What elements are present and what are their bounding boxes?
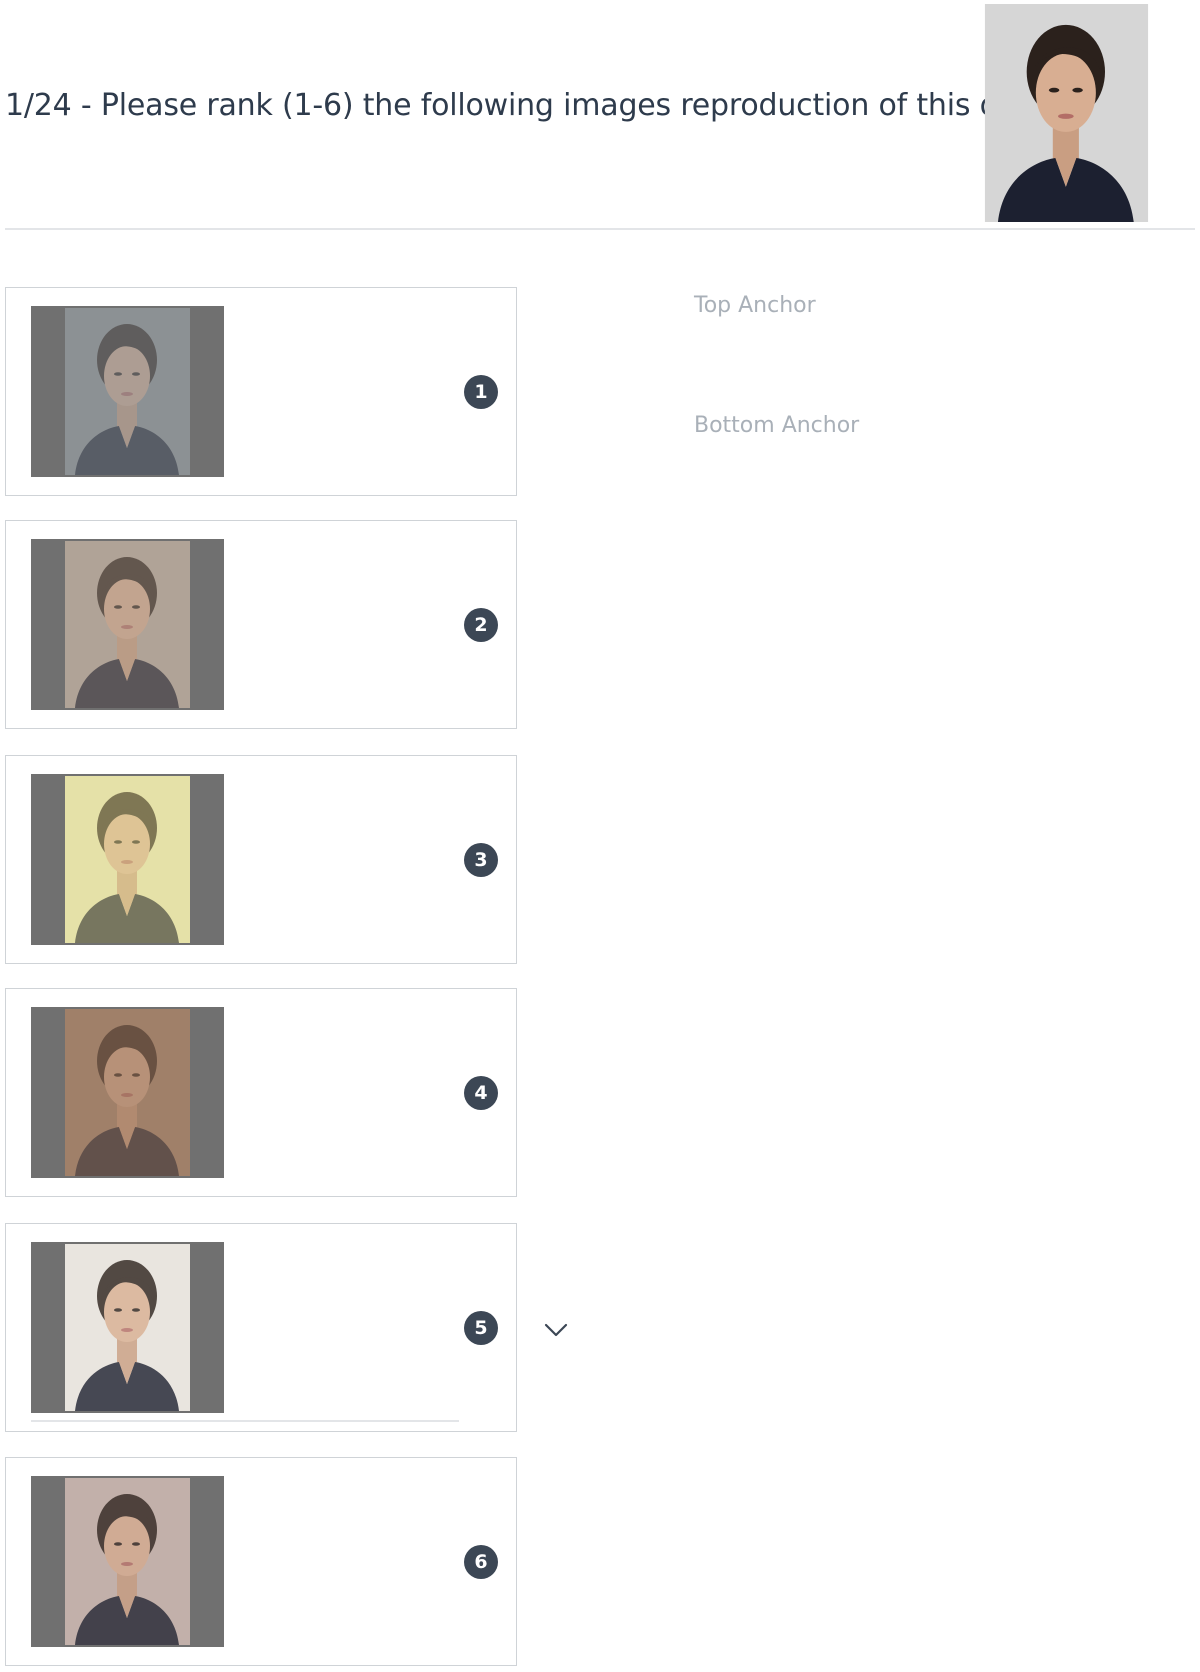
thumbnail-frame (31, 1007, 224, 1178)
chevron-down-icon[interactable] (542, 1318, 570, 1342)
rank-badge: 6 (464, 1545, 498, 1579)
rank-badge: 5 (464, 1311, 498, 1345)
rank-badge: 1 (464, 375, 498, 409)
thumbnail-frame (31, 306, 224, 477)
rank-card-1[interactable]: 1 (5, 287, 517, 496)
rank-card-5[interactable]: 5 (5, 1223, 517, 1432)
thumbnail-frame (31, 539, 224, 710)
portrait-thumbnail-5 (65, 1244, 190, 1411)
question-title: 1/24 - Please rank (1-6) the following i… (5, 88, 1055, 123)
reference-portrait-image (982, 4, 1151, 222)
thumbnail-frame (31, 1476, 224, 1647)
rank-badge: 2 (464, 608, 498, 642)
thumbnail-frame (31, 774, 224, 945)
rank-badge: 3 (464, 843, 498, 877)
portrait-thumbnail-3 (65, 776, 190, 943)
bottom-anchor-label: Bottom Anchor (694, 413, 860, 438)
header-divider (5, 228, 1195, 230)
top-anchor-label: Top Anchor (694, 293, 816, 318)
dropdown-underline (31, 1420, 459, 1422)
portrait-thumbnail-2 (65, 541, 190, 708)
portrait-thumbnail-4 (65, 1009, 190, 1176)
thumbnail-frame (31, 1242, 224, 1413)
rank-card-2[interactable]: 2 (5, 520, 517, 729)
portrait-thumbnail-1 (65, 308, 190, 475)
portrait-thumbnail-6 (65, 1478, 190, 1645)
rank-card-4[interactable]: 4 (5, 988, 517, 1197)
rank-card-6[interactable]: 6 (5, 1457, 517, 1666)
rank-badge: 4 (464, 1076, 498, 1110)
rank-card-3[interactable]: 3 (5, 755, 517, 964)
